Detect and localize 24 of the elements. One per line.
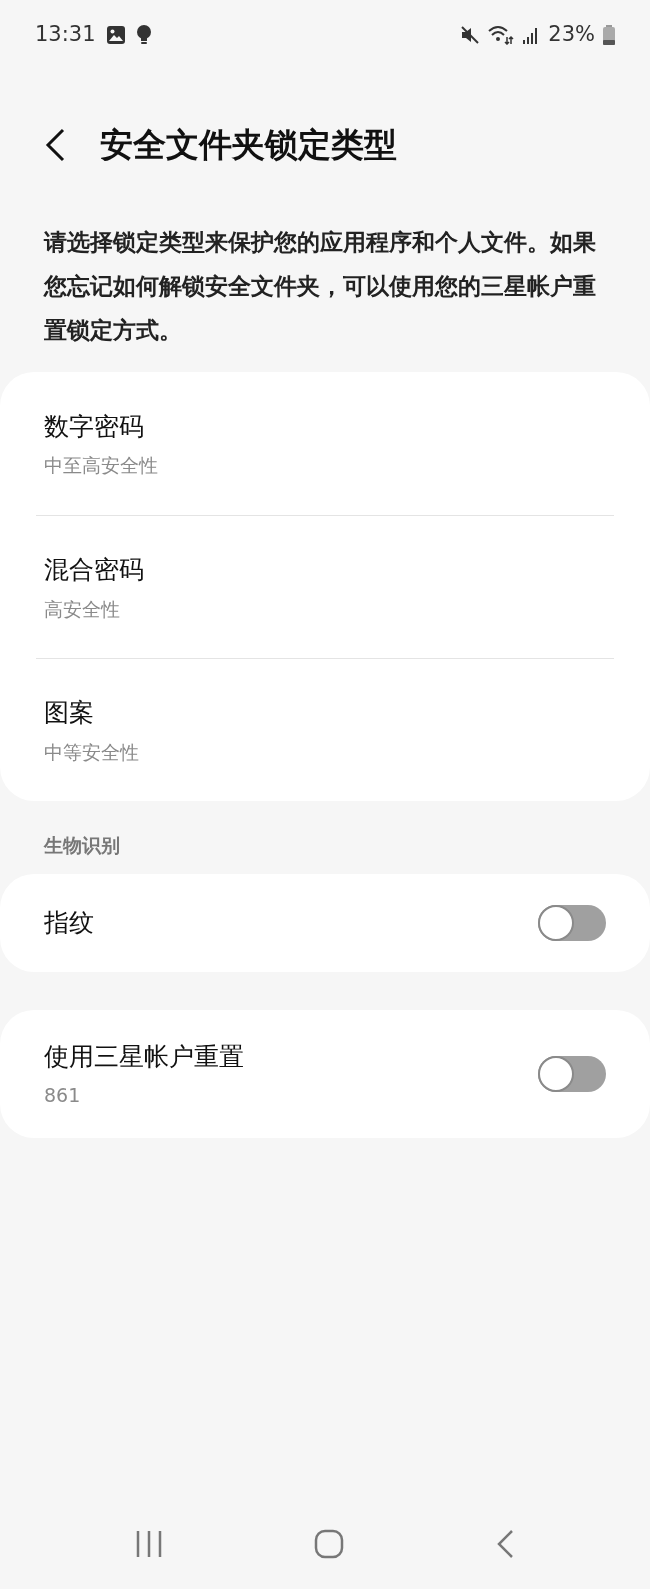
lock-type-title[interactable]: 图案 <box>44 694 606 732</box>
battery-icon <box>603 25 615 45</box>
section-header: 生物识别 <box>42 833 121 858</box>
lock-type-title[interactable]: 混合密码 <box>44 551 606 589</box>
page-title: 安全文件夹锁定类型 <box>100 124 397 167</box>
lightbulb-icon <box>135 25 152 45</box>
status-time: 13:31 <box>35 21 96 49</box>
setting-title: 指纹 <box>44 906 94 939</box>
home-icon[interactable] <box>314 1529 344 1559</box>
battery-percent: 23% <box>548 21 595 49</box>
lock-type-title[interactable]: 数字密码 <box>44 407 606 445</box>
back-icon[interactable] <box>44 128 66 162</box>
description: 请选择锁定类型来保护您的应用程序和个人文件。如果您忘记如何解锁安全文件夹，可以使用您的三星帐户重置锁定方式。 <box>42 228 597 345</box>
lock-type-subtitle: 中等安全性 <box>44 739 140 765</box>
setting-title: 使用三星帐户重置 <box>44 1040 244 1073</box>
image-icon <box>105 25 126 45</box>
mute-icon <box>460 26 481 44</box>
lock-type-subtitle: 中至高安全性 <box>44 453 159 478</box>
lock-type-subtitle: 高安全性 <box>44 596 121 622</box>
fingerprint-toggle[interactable] <box>538 904 606 941</box>
account-reset-toggle[interactable] <box>538 1055 606 1092</box>
wifi-icon <box>488 25 515 45</box>
account-number: 861 <box>44 1083 82 1108</box>
recent-apps-icon[interactable] <box>135 1531 164 1557</box>
